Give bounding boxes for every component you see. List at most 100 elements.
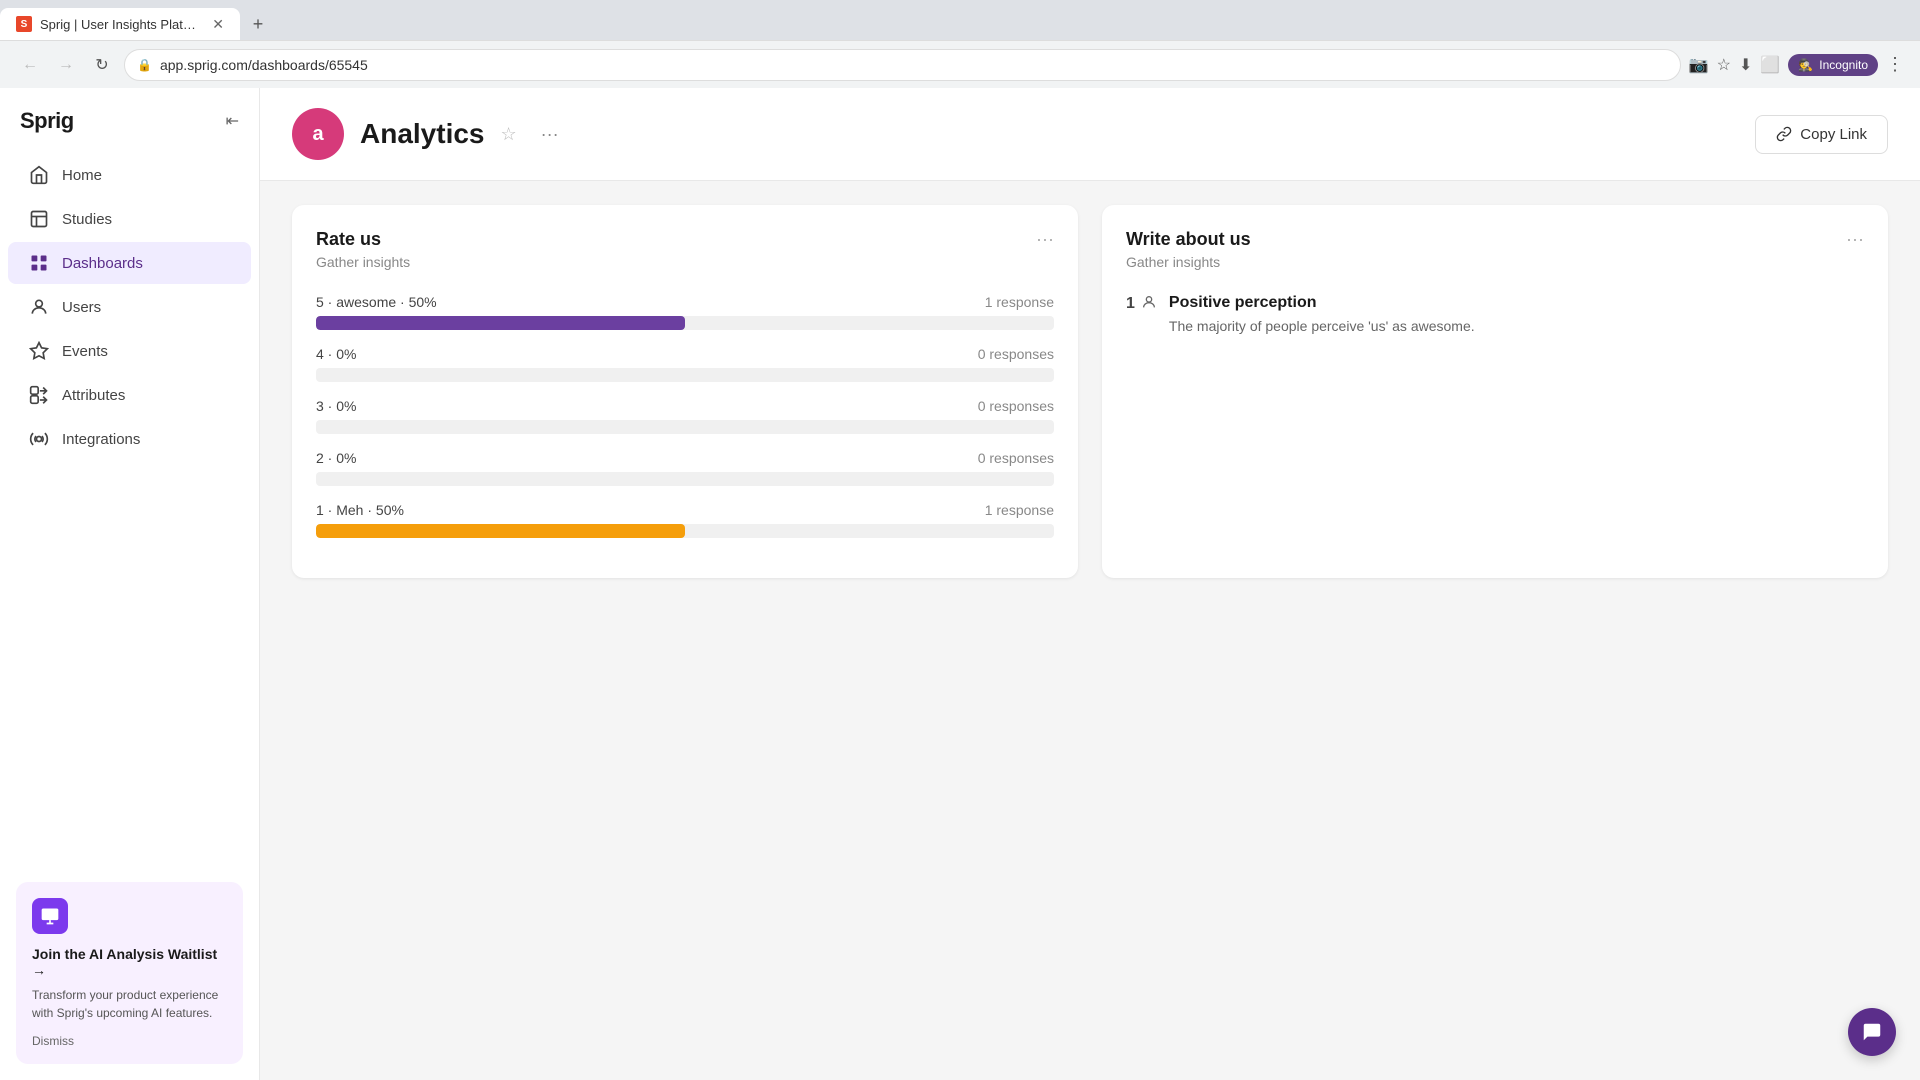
rating-3-label-row: 3 · 0% 0 responses — [316, 398, 1054, 414]
events-icon — [28, 340, 50, 362]
back-button[interactable]: ← — [16, 51, 44, 79]
rating-5-label: 5 · awesome · 50% — [316, 294, 437, 310]
browser-chrome: S Sprig | User Insights Platform for... … — [0, 0, 1920, 88]
promo-title[interactable]: Join the AI Analysis Waitlist → — [32, 946, 227, 978]
header-actions: Copy Link — [1755, 115, 1888, 154]
sidebar-item-attributes-label: Attributes — [62, 387, 125, 404]
sidebar-item-users[interactable]: Users — [8, 286, 251, 328]
insight-row: 1 Positive perception The majority of pe… — [1126, 294, 1864, 337]
user-small-icon — [1141, 294, 1157, 313]
url-text: app.sprig.com/dashboards/65545 — [160, 57, 368, 73]
rating-1-bar-track — [316, 524, 1054, 538]
reload-button[interactable]: ↻ — [88, 51, 116, 79]
forward-button[interactable]: → — [52, 51, 80, 79]
main-content: a Analytics ☆ ··· Copy Link Rate us ··· — [260, 88, 1920, 1080]
insight-title: Positive perception — [1169, 294, 1475, 312]
rating-5-bar-track — [316, 316, 1054, 330]
sidebar-item-events[interactable]: Events — [8, 330, 251, 372]
sidebar-item-dashboards[interactable]: Dashboards — [8, 242, 251, 284]
download-icon[interactable]: ⬇ — [1739, 55, 1752, 75]
rating-4-count: 0 responses — [978, 346, 1054, 362]
new-tab-button[interactable]: + — [244, 10, 272, 38]
promo-description: Transform your product experience with S… — [32, 986, 227, 1022]
lock-icon: 🔒 — [137, 58, 152, 72]
app-container: Sprig ⇤ Home Studies — [0, 88, 1920, 1080]
tab-title: Sprig | User Insights Platform for... — [40, 17, 196, 32]
sidebar-item-studies-label: Studies — [62, 211, 112, 228]
sidebar-collapse-button[interactable]: ⇤ — [226, 111, 239, 131]
rating-row-4: 4 · 0% 0 responses — [316, 346, 1054, 382]
rate-us-card-menu-button[interactable]: ··· — [1036, 229, 1054, 250]
insight-number: 1 — [1126, 294, 1157, 313]
write-about-us-card-menu-button[interactable]: ··· — [1846, 229, 1864, 250]
attributes-icon — [28, 384, 50, 406]
sidebar-header: Sprig ⇤ — [0, 88, 259, 144]
rating-3-label: 3 · 0% — [316, 398, 356, 414]
sprig-logo: Sprig — [20, 108, 74, 134]
avatar: a — [292, 108, 344, 160]
cast-icon[interactable]: ⬜ — [1760, 55, 1780, 75]
bookmark-icon[interactable]: ☆ — [1717, 55, 1731, 75]
rating-row-2: 2 · 0% 0 responses — [316, 450, 1054, 486]
sidebar-item-home[interactable]: Home — [8, 154, 251, 196]
active-tab[interactable]: S Sprig | User Insights Platform for... … — [0, 8, 240, 40]
sidebar-item-integrations[interactable]: Integrations — [8, 418, 251, 460]
menu-dots-icon[interactable]: ⋮ — [1886, 54, 1904, 75]
rating-2-bar-track — [316, 472, 1054, 486]
ai-promo-box: Join the AI Analysis Waitlist → Transfor… — [16, 882, 243, 1064]
copy-link-label: Copy Link — [1800, 126, 1867, 143]
ai-promo-icon — [32, 898, 68, 934]
promo-dismiss-button[interactable]: Dismiss — [32, 1034, 227, 1048]
incognito-label: Incognito — [1819, 58, 1868, 72]
copy-link-button[interactable]: Copy Link — [1755, 115, 1888, 154]
rating-2-label: 2 · 0% — [316, 450, 356, 466]
sidebar-nav: Home Studies Dashboards Us — [0, 144, 259, 866]
rating-4-label: 4 · 0% — [316, 346, 356, 362]
rate-us-card-subtitle: Gather insights — [316, 254, 1054, 270]
users-icon — [28, 296, 50, 318]
rating-2-count: 0 responses — [978, 450, 1054, 466]
dashboards-icon — [28, 252, 50, 274]
insight-description: The majority of people perceive 'us' as … — [1169, 316, 1475, 337]
camera-icon[interactable]: 📷 — [1689, 55, 1709, 75]
nav-actions: 📷 ☆ ⬇ ⬜ 🕵 Incognito ⋮ — [1689, 54, 1904, 76]
address-bar[interactable]: 🔒 app.sprig.com/dashboards/65545 — [124, 49, 1681, 81]
header-more-button[interactable]: ··· — [533, 120, 567, 149]
sidebar: Sprig ⇤ Home Studies — [0, 88, 260, 1080]
rate-us-card-title: Rate us — [316, 229, 381, 250]
rating-4-bar-track — [316, 368, 1054, 382]
rate-us-card-header: Rate us ··· — [316, 229, 1054, 250]
sidebar-item-attributes[interactable]: Attributes — [8, 374, 251, 416]
rate-us-card: Rate us ··· Gather insights 5 · awesome … — [292, 205, 1078, 578]
favorite-star-button[interactable]: ☆ — [501, 124, 517, 145]
sidebar-item-home-label: Home — [62, 167, 102, 184]
sidebar-item-events-label: Events — [62, 343, 108, 360]
rating-5-bar-fill — [316, 316, 685, 330]
write-about-us-card-subtitle: Gather insights — [1126, 254, 1864, 270]
sidebar-item-studies[interactable]: Studies — [8, 198, 251, 240]
rating-1-label: 1 · Meh · 50% — [316, 502, 404, 518]
sidebar-item-dashboards-label: Dashboards — [62, 255, 143, 272]
rating-1-bar-fill — [316, 524, 685, 538]
header-left: a Analytics ☆ ··· — [292, 108, 567, 160]
insight-content: Positive perception The majority of peop… — [1169, 294, 1475, 337]
chat-button[interactable] — [1848, 1008, 1896, 1056]
write-about-us-card: Write about us ··· Gather insights 1 Pos… — [1102, 205, 1888, 578]
tab-close-button[interactable]: ✕ — [212, 16, 224, 33]
tab-favicon: S — [16, 16, 32, 32]
sidebar-item-users-label: Users — [62, 299, 101, 316]
rating-row-3: 3 · 0% 0 responses — [316, 398, 1054, 434]
navigation-bar: ← → ↻ 🔒 app.sprig.com/dashboards/65545 📷… — [0, 40, 1920, 88]
rating-row-5: 5 · awesome · 50% 1 response — [316, 294, 1054, 330]
page-title: Analytics — [360, 118, 485, 150]
page-header: a Analytics ☆ ··· Copy Link — [260, 88, 1920, 181]
rating-1-count: 1 response — [985, 502, 1054, 518]
sidebar-item-integrations-label: Integrations — [62, 431, 140, 448]
cards-grid: Rate us ··· Gather insights 5 · awesome … — [292, 205, 1888, 578]
dashboard-content: Rate us ··· Gather insights 5 · awesome … — [260, 181, 1920, 1080]
rating-3-bar-track — [316, 420, 1054, 434]
rating-1-label-row: 1 · Meh · 50% 1 response — [316, 502, 1054, 518]
write-about-us-card-header: Write about us ··· — [1126, 229, 1864, 250]
rating-5-label-row: 5 · awesome · 50% 1 response — [316, 294, 1054, 310]
incognito-indicator: 🕵 Incognito — [1788, 54, 1878, 76]
